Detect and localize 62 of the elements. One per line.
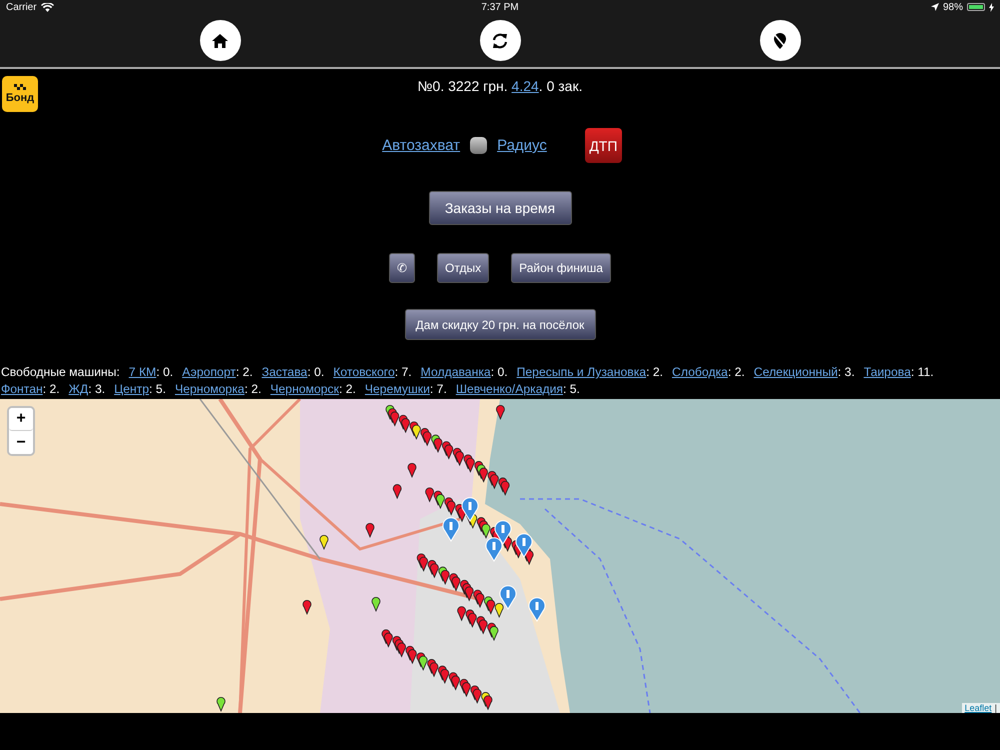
action-button[interactable]: ✆ — [389, 253, 416, 283]
district-link[interactable]: Пересыпь и Лузановка — [516, 365, 646, 379]
district-link[interactable]: Черноморск — [270, 382, 339, 396]
district-link[interactable]: Застава — [262, 365, 308, 379]
district-link[interactable]: 7 КМ — [128, 365, 156, 379]
district-link[interactable]: ЖД — [68, 382, 88, 396]
action-button[interactable]: Отдых — [437, 253, 490, 283]
location-off-icon — [772, 32, 788, 50]
car-count: : 5. — [149, 382, 166, 396]
carrier-label: Carrier — [6, 2, 37, 12]
car-count: : 0. — [490, 365, 508, 379]
car-count: : 2. — [728, 365, 745, 379]
district-link[interactable]: Аэропорт — [182, 365, 236, 379]
car-count: : 2. — [42, 382, 60, 396]
car-count: : 2. — [244, 382, 262, 396]
car-count: : 0. — [307, 365, 324, 379]
car-count: : 2. — [236, 365, 253, 379]
checker-icon — [12, 84, 28, 90]
scheduled-orders-button[interactable]: Заказы на время — [428, 191, 572, 225]
car-count: : 2. — [338, 382, 356, 396]
wifi-icon — [40, 2, 54, 12]
leaflet-link[interactable]: Leaflet — [964, 703, 992, 713]
district-link[interactable]: Фонтан — [1, 382, 43, 396]
refresh-icon — [490, 30, 510, 50]
district-link[interactable]: Селекционный — [754, 365, 838, 379]
discount-button[interactable]: Дам скидку 20 грн. на посёлок — [404, 309, 596, 340]
car-count: : 0. — [156, 365, 174, 379]
home-icon — [212, 32, 228, 48]
taxi-logo: Бонд — [2, 76, 38, 112]
autocapture-link[interactable]: Автозахват — [382, 137, 460, 154]
action-button[interactable]: Район финиша — [511, 253, 611, 283]
district-link[interactable]: Таирова — [864, 365, 911, 379]
radius-link[interactable]: Радиус — [497, 137, 547, 154]
district-link[interactable]: Молдаванка — [420, 365, 491, 379]
location-arrow-icon — [930, 3, 939, 11]
car-count: : 11. — [910, 365, 934, 379]
district-link[interactable]: Шевченко/Аркадия — [456, 382, 563, 396]
attribution-separator: | — [994, 703, 997, 713]
charging-icon — [989, 2, 994, 12]
district-link[interactable]: Черемушки — [364, 382, 430, 396]
battery-icon — [967, 3, 985, 11]
toolbar-button[interactable] — [480, 20, 520, 61]
accident-button[interactable]: ДТП — [584, 128, 622, 163]
zoom-in-button[interactable]: + — [9, 408, 33, 431]
autocapture-checkbox[interactable] — [470, 137, 488, 154]
car-count: : 3. — [838, 365, 855, 379]
shift-summary: №0. 3222 грн. 4.24. 0 зак. — [418, 78, 582, 96]
district-link[interactable]: Котовского — [333, 365, 395, 379]
car-count: : 7. — [430, 382, 447, 396]
battery-percent: 98% — [942, 2, 963, 12]
district-link[interactable]: Центр — [114, 382, 150, 396]
district-link[interactable]: Черноморка — [174, 382, 244, 396]
car-count: : 3. — [88, 382, 106, 396]
rate-link[interactable]: 4.24 — [512, 78, 539, 94]
car-count: : 2. — [646, 365, 664, 379]
toolbar-button[interactable] — [760, 20, 800, 61]
car-count: : 5. — [563, 382, 580, 396]
clock-time: 7:37 PM — [481, 2, 519, 12]
toolbar-button[interactable] — [200, 20, 240, 61]
car-count: : 7. — [394, 365, 412, 379]
district-link[interactable]: Слободка — [672, 365, 728, 379]
free-cars-label: Свободные машины: — [1, 364, 120, 380]
